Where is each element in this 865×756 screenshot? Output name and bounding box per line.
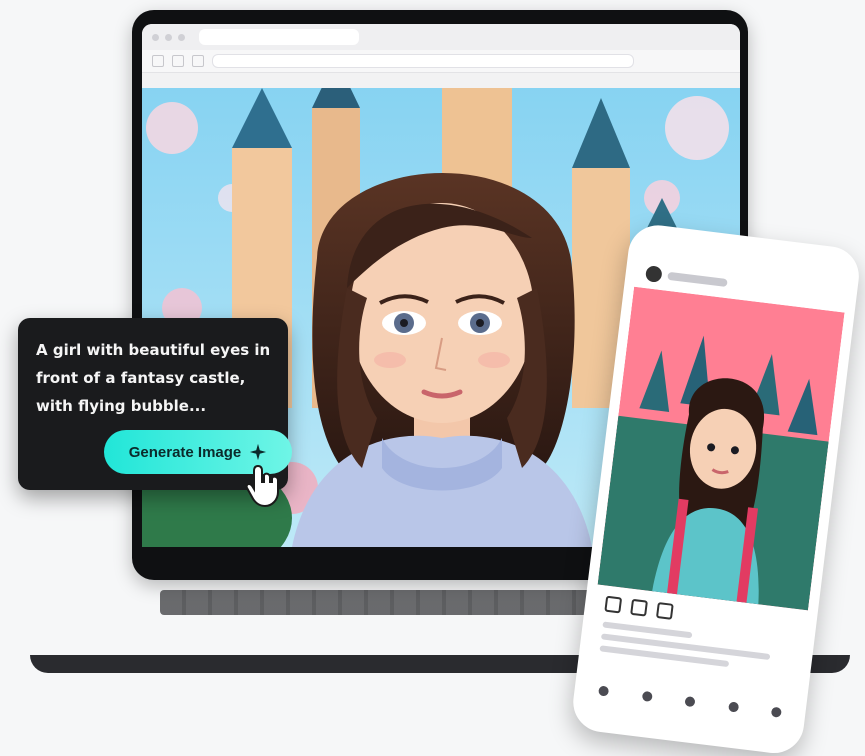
prompt-text: A girl with beautiful eyes in front of a… [36, 341, 271, 415]
like-icon[interactable] [604, 595, 623, 614]
add-icon[interactable] [684, 696, 696, 708]
browser-tab-bar [142, 24, 740, 50]
phone-screen [581, 235, 851, 744]
share-icon[interactable] [655, 601, 674, 620]
reload-icon[interactable] [192, 55, 204, 67]
generate-image-label: Generate Image [128, 443, 242, 461]
post-caption [599, 621, 792, 680]
address-bar[interactable] [212, 54, 634, 68]
username-placeholder[interactable] [667, 271, 728, 288]
post-actions [604, 595, 674, 620]
avatar[interactable] [644, 265, 663, 283]
browser-tab[interactable] [199, 29, 359, 45]
comment-icon[interactable] [630, 598, 648, 617]
promo-scene: A girl with beautiful eyes in front of a… [0, 0, 865, 756]
search-icon[interactable] [641, 690, 653, 702]
sparkle-icon [250, 443, 267, 461]
reels-icon[interactable] [727, 701, 739, 713]
phone-bottom-nav [598, 685, 782, 718]
forward-icon[interactable] [172, 55, 184, 67]
profile-icon[interactable] [770, 706, 782, 718]
home-icon[interactable] [598, 685, 610, 697]
window-control-maximize[interactable] [178, 33, 185, 41]
post-image[interactable] [597, 286, 845, 611]
hand-cursor-icon [245, 464, 279, 508]
window-control-minimize[interactable] [165, 33, 172, 41]
browser-toolbar [142, 50, 740, 73]
back-icon[interactable] [152, 55, 164, 67]
window-control-close[interactable] [152, 33, 159, 41]
